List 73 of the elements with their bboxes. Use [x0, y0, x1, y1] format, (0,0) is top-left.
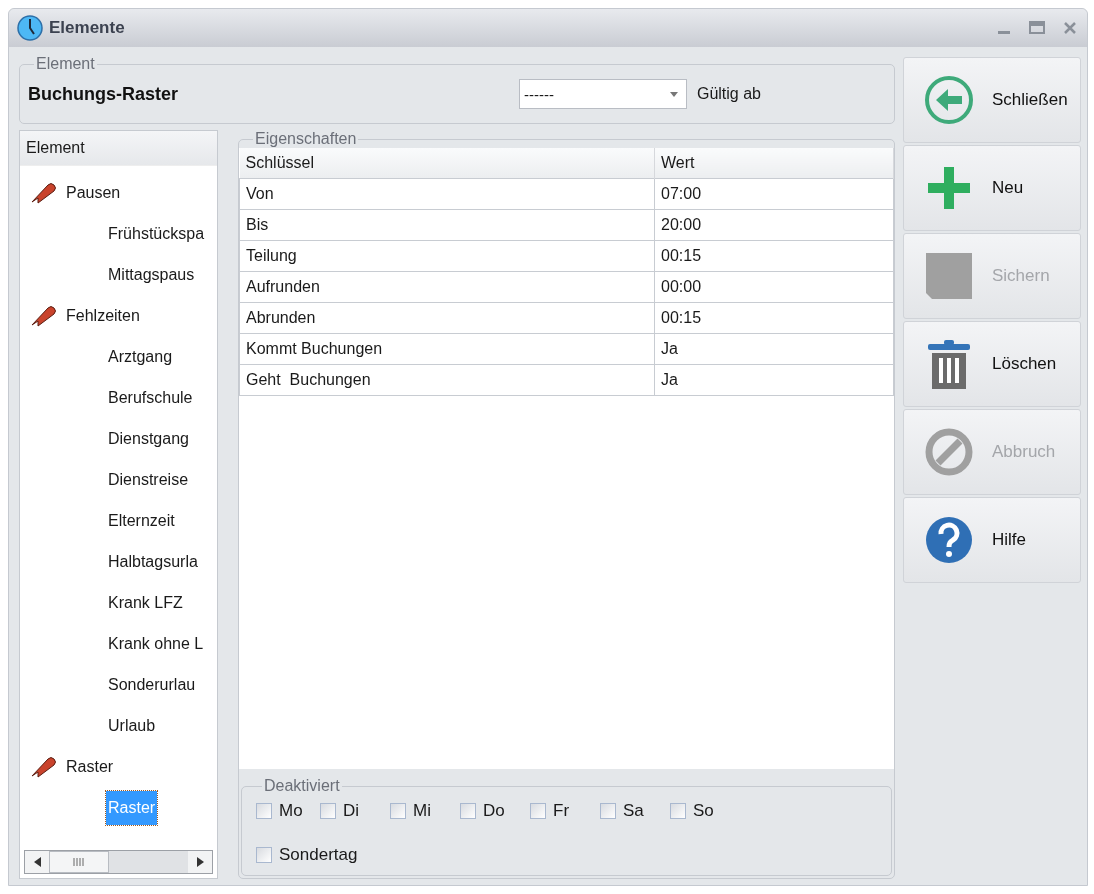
tree-item[interactable]: Krank ohne L [106, 626, 206, 661]
value-cell: 20:00 [654, 209, 894, 241]
key-cell: Abrunden [239, 302, 655, 334]
checkbox-label: So [693, 801, 714, 821]
tree-item[interactable]: Berufschule [106, 380, 195, 415]
checkbox[interactable] [670, 803, 686, 819]
value-cell: Ja [654, 364, 894, 396]
checkbox-label: Sa [623, 801, 644, 821]
tree-item[interactable]: Urlaub [106, 708, 158, 743]
caret-icon [669, 91, 678, 97]
tree-item[interactable]: Elternzeit [106, 503, 177, 538]
checkbox[interactable] [600, 803, 616, 819]
tree-item[interactable]: Krank LFZ [106, 585, 185, 620]
value-cell: 00:15 [654, 302, 894, 334]
key-cell: Geht Buchungen [239, 364, 655, 396]
checkbox[interactable] [460, 803, 476, 819]
value-cell: Ja [654, 333, 894, 365]
value-cell: 00:00 [654, 271, 894, 303]
square-icon [924, 251, 974, 301]
checkbox[interactable] [320, 803, 336, 819]
checkbox[interactable] [256, 847, 272, 863]
tree-item[interactable]: Dienstreise [106, 462, 191, 497]
action-button[interactable]: Löschen [903, 321, 1081, 407]
bookmark-icon [30, 304, 58, 327]
checkbox-label: Sondertag [279, 845, 358, 865]
key-cell: Bis [239, 209, 655, 241]
valid-from-dropdown[interactable]: ------ [518, 79, 687, 109]
right-arrow-icon[interactable] [196, 857, 204, 867]
key-cell: Von [239, 178, 655, 210]
checkbox-label: Mo [279, 801, 303, 821]
checkbox-label: Mi [413, 801, 431, 821]
help-icon [924, 515, 974, 565]
valid-from-label: Gültig ab [696, 85, 761, 103]
tree-item[interactable]: Frühstückspa [106, 216, 207, 251]
prohibited-icon [924, 427, 974, 477]
column-header: Wert [654, 148, 894, 179]
left-arrow-icon[interactable] [33, 857, 41, 867]
key-cell: Kommt Buchungen [239, 333, 655, 365]
tree-item[interactable]: Sonderurlau [106, 667, 198, 702]
checkbox[interactable] [256, 803, 272, 819]
action-button[interactable]: Hilfe [903, 497, 1081, 583]
horizontal-scrollbar[interactable] [24, 850, 213, 874]
column-header: Element [20, 131, 217, 166]
group-legend: Deaktiviert [262, 777, 342, 795]
tree-item[interactable]: Halbtagsurla [106, 544, 200, 579]
value-cell: 07:00 [654, 178, 894, 210]
value-cell: 00:15 [654, 240, 894, 272]
window-title: Elemente [49, 18, 126, 38]
group-legend: Eigenschaften [253, 130, 359, 148]
key-cell: Aufrunden [239, 271, 655, 303]
tree-group[interactable]: Raster [66, 757, 114, 776]
tree-group[interactable]: Fehlzeiten [66, 306, 140, 325]
checkbox-label: Di [343, 801, 360, 821]
checkbox[interactable] [390, 803, 406, 819]
group-legend: Element [34, 55, 97, 73]
tree-item[interactable]: Mittagspaus [106, 257, 197, 292]
checkbox-label: Fr [553, 801, 570, 821]
tree-item[interactable]: Arztgang [106, 339, 175, 374]
grip-icon[interactable] [73, 858, 85, 866]
key-cell: Teilung [239, 240, 655, 272]
close-icon[interactable] [1063, 21, 1077, 35]
action-button[interactable]: Schließen [903, 57, 1081, 143]
action-button[interactable]: Neu [903, 145, 1081, 231]
column-header: Schlüssel [239, 148, 655, 179]
tree-group[interactable]: Pausen [66, 183, 121, 202]
checkbox-label: Do [483, 801, 505, 821]
tree-item[interactable]: Dienstgang [106, 421, 191, 456]
bookmark-icon [30, 755, 58, 778]
maximize-icon[interactable] [1029, 21, 1045, 35]
clock-icon [17, 15, 43, 41]
bookmark-icon [30, 181, 58, 204]
element-name: Buchungs-Raster [28, 83, 180, 105]
checkbox[interactable] [530, 803, 546, 819]
